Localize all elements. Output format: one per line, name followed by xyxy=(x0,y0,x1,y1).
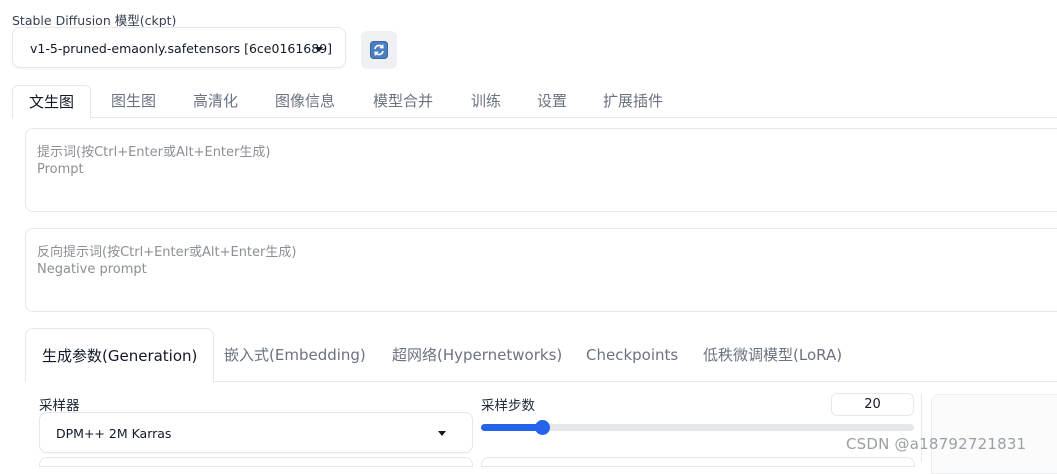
sampler-label: 采样器 xyxy=(39,398,80,414)
tab-divider xyxy=(12,117,1057,118)
steps-slider-fill xyxy=(481,424,542,431)
checkpoint-dropdown[interactable]: v1-5-pruned-emaonly.safetensors [6ce0161… xyxy=(12,27,346,68)
next-dropdown[interactable] xyxy=(39,457,473,467)
tab-lora[interactable]: 低秩微调模型(LoRA) xyxy=(703,328,842,382)
tab-settings[interactable]: 设置 xyxy=(537,85,567,118)
tab-upscale[interactable]: 高清化 xyxy=(193,85,238,118)
chevron-down-icon xyxy=(438,431,446,436)
steps-label: 采样步数 xyxy=(481,398,535,414)
generation-tab-bar: 生成参数(Generation) 嵌入式(Embedding) 超网络(Hype… xyxy=(25,328,1057,383)
chevron-down-icon xyxy=(315,47,323,52)
tab-image-info[interactable]: 图像信息 xyxy=(275,85,335,118)
negative-prompt-textarea[interactable]: 反向提示词(按Ctrl+Enter或Alt+Enter生成) Negative … xyxy=(25,228,1057,312)
sampler-value: DPM++ 2M Karras xyxy=(56,426,172,441)
output-panel xyxy=(931,394,1057,474)
prompt-label: 提示词(按Ctrl+Enter或Alt+Enter生成) xyxy=(37,145,271,160)
tab-extensions[interactable]: 扩展插件 xyxy=(603,85,663,118)
tab-checkpoints[interactable]: Checkpoints xyxy=(586,328,678,382)
main-tab-bar: 文生图 图生图 高清化 图像信息 模型合并 训练 设置 扩展插件 xyxy=(12,85,1057,119)
watermark-text: CSDN @a18792721831 xyxy=(846,435,1027,453)
tab-txt2img[interactable]: 文生图 xyxy=(12,85,92,119)
tab-model-merge[interactable]: 模型合并 xyxy=(373,85,433,118)
prompt-placeholder: Prompt xyxy=(37,162,84,177)
steps-slider[interactable] xyxy=(481,420,914,435)
negative-prompt-placeholder: Negative prompt xyxy=(37,262,147,277)
sampler-dropdown[interactable]: DPM++ 2M Karras xyxy=(39,412,473,453)
next-slider-field[interactable] xyxy=(481,457,915,467)
tab-embedding[interactable]: 嵌入式(Embedding) xyxy=(224,328,366,382)
tab-train[interactable]: 训练 xyxy=(471,85,501,118)
refresh-icon xyxy=(370,41,388,59)
steps-number-input[interactable]: 20 xyxy=(831,393,914,416)
tab-generation[interactable]: 生成参数(Generation) xyxy=(25,328,215,383)
refresh-checkpoint-button[interactable] xyxy=(361,31,397,69)
tab-hypernetworks[interactable]: 超网络(Hypernetworks) xyxy=(392,328,562,382)
prompt-textarea[interactable]: 提示词(按Ctrl+Enter或Alt+Enter生成) Prompt xyxy=(25,128,1057,212)
negative-prompt-label: 反向提示词(按Ctrl+Enter或Alt+Enter生成) xyxy=(37,245,297,260)
checkpoint-value: v1-5-pruned-emaonly.safetensors [6ce0161… xyxy=(30,41,333,56)
tab-img2img[interactable]: 图生图 xyxy=(111,85,156,118)
steps-slider-thumb[interactable] xyxy=(534,420,550,435)
